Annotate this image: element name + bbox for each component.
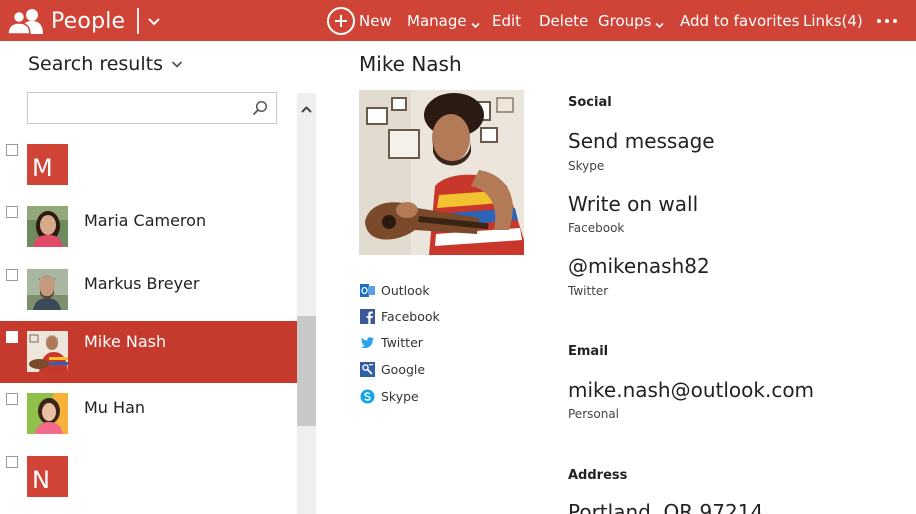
source-label: Google — [381, 361, 426, 377]
twitter-bird-icon — [360, 335, 375, 350]
google-icon — [360, 361, 375, 377]
app-brand[interactable]: People — [7, 6, 161, 36]
contact-name: Maria Cameron — [84, 211, 207, 230]
source-google[interactable]: Google — [360, 359, 425, 379]
checkbox[interactable] — [6, 269, 18, 281]
avatar — [27, 269, 68, 310]
add-circle-icon — [327, 6, 355, 35]
manage-label: Manage — [407, 11, 467, 30]
letter-tile: N — [27, 456, 68, 497]
avatar — [27, 206, 68, 247]
source-facebook[interactable]: Facebook — [360, 306, 440, 326]
social-header: Social — [568, 95, 612, 110]
twitter-service: Twitter — [568, 284, 609, 298]
skype-icon — [360, 389, 375, 404]
search-icon[interactable] — [252, 100, 268, 120]
chevron-down-icon — [471, 16, 480, 29]
source-outlook[interactable]: Outlook — [360, 280, 430, 300]
email-type: Personal — [568, 407, 620, 421]
source-twitter[interactable]: Twitter — [360, 332, 423, 352]
source-label: Outlook — [381, 282, 430, 298]
new-button[interactable]: New — [327, 0, 392, 41]
manage-button[interactable]: Manage — [407, 0, 480, 41]
contact-details: Social Send message Skype Write on wall … — [568, 0, 916, 514]
avatar — [27, 331, 68, 372]
contact-list-scrollbar[interactable] — [297, 93, 316, 514]
search-results-pane: Search results M Maria Cameron Markus Br… — [0, 41, 316, 514]
email-link[interactable]: mike.nash@outlook.com — [568, 378, 814, 402]
edit-button[interactable]: Edit — [492, 0, 521, 41]
group-header-n[interactable]: N — [0, 452, 297, 514]
outlook-icon — [360, 283, 375, 298]
letter-tile: M — [27, 144, 68, 185]
people-icon — [7, 8, 44, 35]
send-message-service: Skype — [568, 159, 605, 173]
app-title: People — [51, 8, 126, 34]
source-label: Facebook — [381, 308, 440, 324]
contact-row[interactable]: Markus Breyer — [0, 265, 297, 327]
search-box — [27, 92, 277, 124]
facebook-icon — [360, 308, 375, 324]
checkbox[interactable] — [6, 331, 18, 343]
source-label: Twitter — [381, 334, 423, 350]
write-on-wall-link[interactable]: Write on wall — [568, 192, 698, 216]
checkbox[interactable] — [6, 393, 18, 405]
scroll-thumb[interactable] — [297, 316, 316, 426]
contact-row[interactable]: Maria Cameron — [0, 202, 297, 264]
search-results-header[interactable]: Search results — [28, 53, 183, 75]
results-title: Search results — [28, 53, 163, 75]
checkbox[interactable] — [6, 144, 18, 156]
profile-name: Mike Nash — [359, 52, 462, 76]
email-header: Email — [568, 344, 609, 359]
chevron-down-icon — [171, 61, 183, 68]
profile-photo[interactable] — [359, 90, 524, 255]
avatar — [27, 393, 68, 434]
source-label: Skype — [381, 388, 419, 404]
contact-row-selected[interactable]: Mike Nash — [0, 321, 297, 383]
edit-label: Edit — [492, 11, 522, 30]
group-header-m[interactable]: M — [0, 140, 297, 202]
chevron-up-icon[interactable] — [300, 101, 313, 120]
checkbox[interactable] — [6, 206, 18, 218]
chevron-down-icon[interactable] — [147, 14, 161, 28]
contact-name: Mu Han — [84, 398, 146, 417]
new-label: New — [359, 11, 392, 30]
address-link[interactable]: Portland, OR 97214 — [568, 500, 763, 514]
contact-name: Mike Nash — [84, 332, 167, 351]
write-on-wall-service: Facebook — [568, 221, 625, 235]
title-separator — [137, 8, 140, 34]
contact-name: Markus Breyer — [84, 274, 200, 293]
search-input[interactable] — [28, 93, 238, 121]
twitter-handle-link[interactable]: @mikenash82 — [568, 254, 710, 278]
send-message-link[interactable]: Send message — [568, 129, 715, 153]
source-skype[interactable]: Skype — [360, 386, 419, 406]
contact-row[interactable]: Mu Han — [0, 389, 297, 451]
people-app: People New Manage Edit Delete Groups Add… — [0, 0, 916, 514]
address-header: Address — [568, 468, 628, 483]
checkbox[interactable] — [6, 456, 18, 468]
